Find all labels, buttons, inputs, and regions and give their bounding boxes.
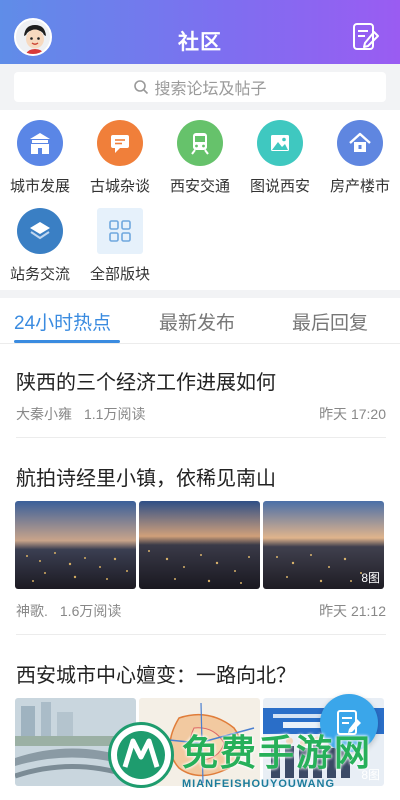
search-input[interactable]: 搜索论坛及帖子	[14, 72, 386, 102]
chat-icon	[97, 120, 143, 166]
section-divider	[0, 290, 400, 298]
category-label: 城市发展	[9, 178, 70, 195]
new-post-fab[interactable]	[320, 694, 378, 752]
compose-icon	[353, 23, 379, 50]
category-label: 全部版块	[89, 266, 150, 283]
compose-button[interactable]	[352, 22, 380, 52]
category-grid: 城市发展 古城杂谈 西安交通 图说西安 房产楼市 站务交流 全部版块	[0, 114, 400, 290]
category-all-sections[interactable]: 全部版块	[80, 202, 160, 284]
app-header: 社区	[0, 0, 400, 64]
post-thumbnail[interactable]: 8图	[263, 501, 384, 589]
tab-latest[interactable]: 最新发布	[159, 308, 235, 335]
page-title: 社区	[178, 31, 222, 54]
post-title[interactable]: 西安城市中心嬗变：一路向北？	[16, 659, 296, 688]
tab-24h-hot[interactable]: 24小时热点	[14, 308, 111, 335]
category-label: 站务交流	[9, 266, 70, 283]
post-author[interactable]: 神歌.	[16, 603, 48, 619]
active-tab-indicator	[14, 340, 120, 343]
search-icon	[134, 80, 149, 95]
post-thumbnail[interactable]	[15, 501, 136, 589]
image-count-badge: 8图	[361, 571, 380, 585]
category-label: 古城杂谈	[89, 178, 150, 195]
post-separator	[16, 634, 386, 635]
layers-icon	[17, 208, 63, 254]
category-xian-transport[interactable]: 西安交通	[160, 114, 240, 196]
category-real-estate[interactable]: 房产楼市	[320, 114, 400, 196]
search-bar-container: 搜索论坛及帖子	[0, 64, 400, 110]
post-time: 昨天 17:20	[319, 406, 386, 422]
category-label: 房产楼市	[329, 178, 390, 195]
category-pictures-xian[interactable]: 图说西安	[240, 114, 320, 196]
grid-icon	[97, 208, 143, 254]
post-title[interactable]: 航拍诗经里小镇，依稀见南山	[16, 462, 276, 491]
building-icon	[17, 120, 63, 166]
category-old-city-talk[interactable]: 古城杂谈	[80, 114, 160, 196]
search-placeholder: 搜索论坛及帖子	[154, 81, 267, 98]
edit-icon	[337, 710, 361, 735]
train-icon	[177, 120, 223, 166]
category-label: 图说西安	[249, 178, 310, 195]
post-meta: 神歌. 1.6万阅读	[16, 601, 121, 621]
post-title[interactable]: 陕西的三个经济工作进展如何	[16, 366, 276, 395]
post-meta: 大秦小雍 1.1万阅读	[16, 404, 145, 424]
category-site-affairs[interactable]: 站务交流	[0, 202, 80, 284]
post-thumbnail[interactable]	[15, 698, 136, 786]
post-thumbnail[interactable]	[139, 698, 260, 786]
post-time: 昨天 21:12	[319, 603, 386, 619]
image-icon	[257, 120, 303, 166]
post-views: 1.6万阅读	[59, 603, 122, 619]
post-separator	[16, 437, 386, 438]
image-count-badge: 8图	[361, 768, 380, 782]
post-author[interactable]: 大秦小雍	[16, 406, 72, 422]
post-thumbnail[interactable]	[139, 501, 260, 589]
category-label: 西安交通	[169, 178, 230, 195]
tab-last-reply[interactable]: 最后回复	[292, 308, 368, 335]
house-icon	[337, 120, 383, 166]
feed-tabs: 24小时热点 最新发布 最后回复	[0, 298, 400, 344]
post-views: 1.1万阅读	[84, 406, 146, 422]
category-city-development[interactable]: 城市发展	[0, 114, 80, 196]
